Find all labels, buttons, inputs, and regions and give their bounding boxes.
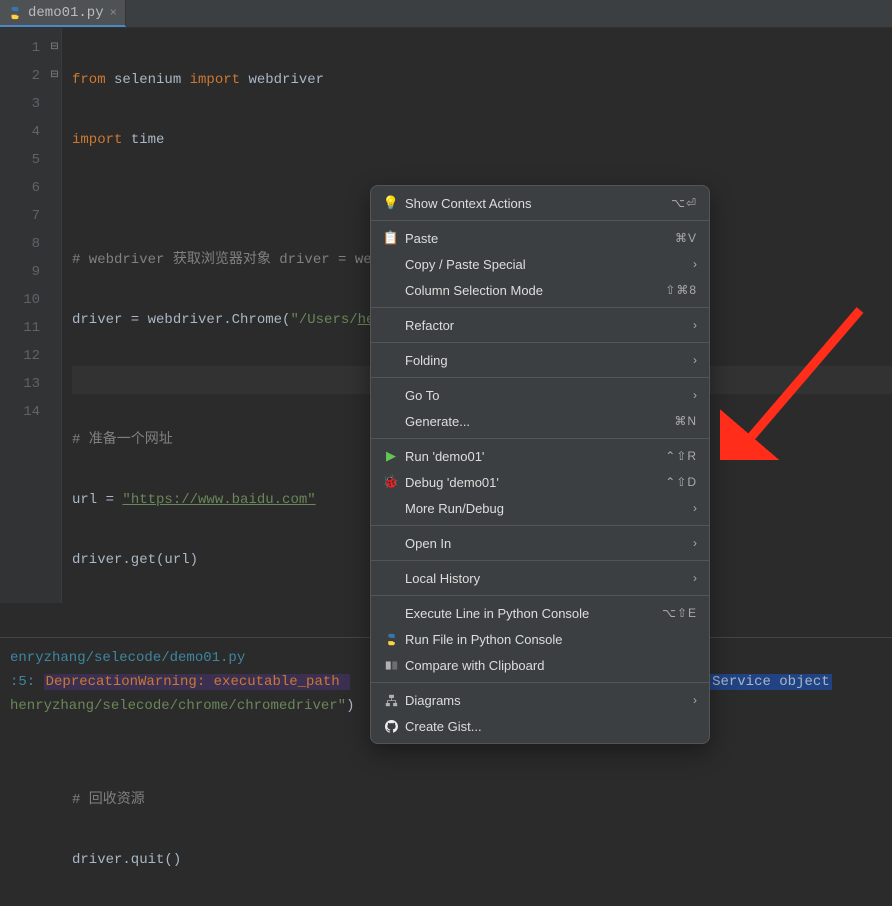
run-icon: ▶ [381,448,401,464]
line-number: 4 [0,118,40,146]
menu-paste[interactable]: 📋 Paste ⌘V [371,225,709,251]
close-icon[interactable]: × [110,6,117,20]
menu-execute-line[interactable]: Execute Line in Python Console ⌥⇧E [371,600,709,626]
menu-separator [371,525,709,526]
menu-goto[interactable]: Go To › [371,382,709,408]
tab-filename: demo01.py [28,5,104,21]
line-number: 8 [0,230,40,258]
chevron-right-icon: › [693,571,697,585]
console-warning: DeprecationWarning: executable_path [44,674,350,690]
line-number: 10 [0,286,40,314]
lightbulb-icon: 💡 [381,195,401,211]
menu-run[interactable]: ▶ Run 'demo01' ⌃⇧R [371,443,709,469]
menu-local-history[interactable]: Local History › [371,565,709,591]
menu-copy-paste-special[interactable]: Copy / Paste Special › [371,251,709,277]
chevron-right-icon: › [693,388,697,402]
menu-show-context-actions[interactable]: 💡 Show Context Actions ⌥⏎ [371,190,709,216]
python-icon [381,633,401,646]
github-icon [381,720,401,733]
editor-tab[interactable]: demo01.py × [0,0,126,27]
line-number: 11 [0,314,40,342]
menu-separator [371,682,709,683]
line-number: 14 [0,398,40,426]
menu-separator [371,595,709,596]
menu-run-file[interactable]: Run File in Python Console [371,626,709,652]
bug-icon: 🐞 [381,474,401,490]
menu-separator [371,220,709,221]
chevron-right-icon: › [693,353,697,367]
menu-debug[interactable]: 🐞 Debug 'demo01' ⌃⇧D [371,469,709,495]
menu-separator [371,342,709,343]
menu-separator [371,377,709,378]
menu-folding[interactable]: Folding › [371,347,709,373]
chevron-right-icon: › [693,257,697,271]
menu-generate[interactable]: Generate... ⌘N [371,408,709,434]
fold-column: ⊟ ⊟ [48,28,62,603]
console-path: enryzhang/selecode/demo01.py [10,650,245,666]
line-number: 7 [0,202,40,230]
line-number: 6 [0,174,40,202]
line-number: 3 [0,90,40,118]
chevron-right-icon: › [693,693,697,707]
compare-icon [381,659,401,672]
line-number: 12 [0,342,40,370]
menu-diagrams[interactable]: Diagrams › [371,687,709,713]
menu-column-selection[interactable]: Column Selection Mode ⇧⌘8 [371,277,709,303]
line-number-gutter: 1 2 3 4 5 6 7 8 9 10 11 12 13 14 [0,28,48,603]
menu-more-run-debug[interactable]: More Run/Debug › [371,495,709,521]
clipboard-icon: 📋 [381,230,401,246]
chevron-right-icon: › [693,318,697,332]
fold-marker[interactable]: ⊟ [48,34,61,62]
line-number: 5 [0,146,40,174]
fold-marker[interactable]: ⊟ [48,62,61,90]
menu-compare-clipboard[interactable]: Compare with Clipboard [371,652,709,678]
tab-bar: demo01.py × [0,0,892,28]
menu-separator [371,307,709,308]
console-highlight: Service object [710,674,832,690]
line-number: 9 [0,258,40,286]
chevron-right-icon: › [693,536,697,550]
line-number: 1 [0,34,40,62]
menu-open-in[interactable]: Open In › [371,530,709,556]
menu-separator [371,560,709,561]
menu-create-gist[interactable]: Create Gist... [371,713,709,739]
diagram-icon [381,694,401,707]
line-number: 13 [0,370,40,398]
chevron-right-icon: › [693,501,697,515]
python-file-icon [8,6,22,20]
context-menu: 💡 Show Context Actions ⌥⏎ 📋 Paste ⌘V Cop… [370,185,710,744]
menu-refactor[interactable]: Refactor › [371,312,709,338]
line-number: 2 [0,62,40,90]
menu-separator [371,438,709,439]
